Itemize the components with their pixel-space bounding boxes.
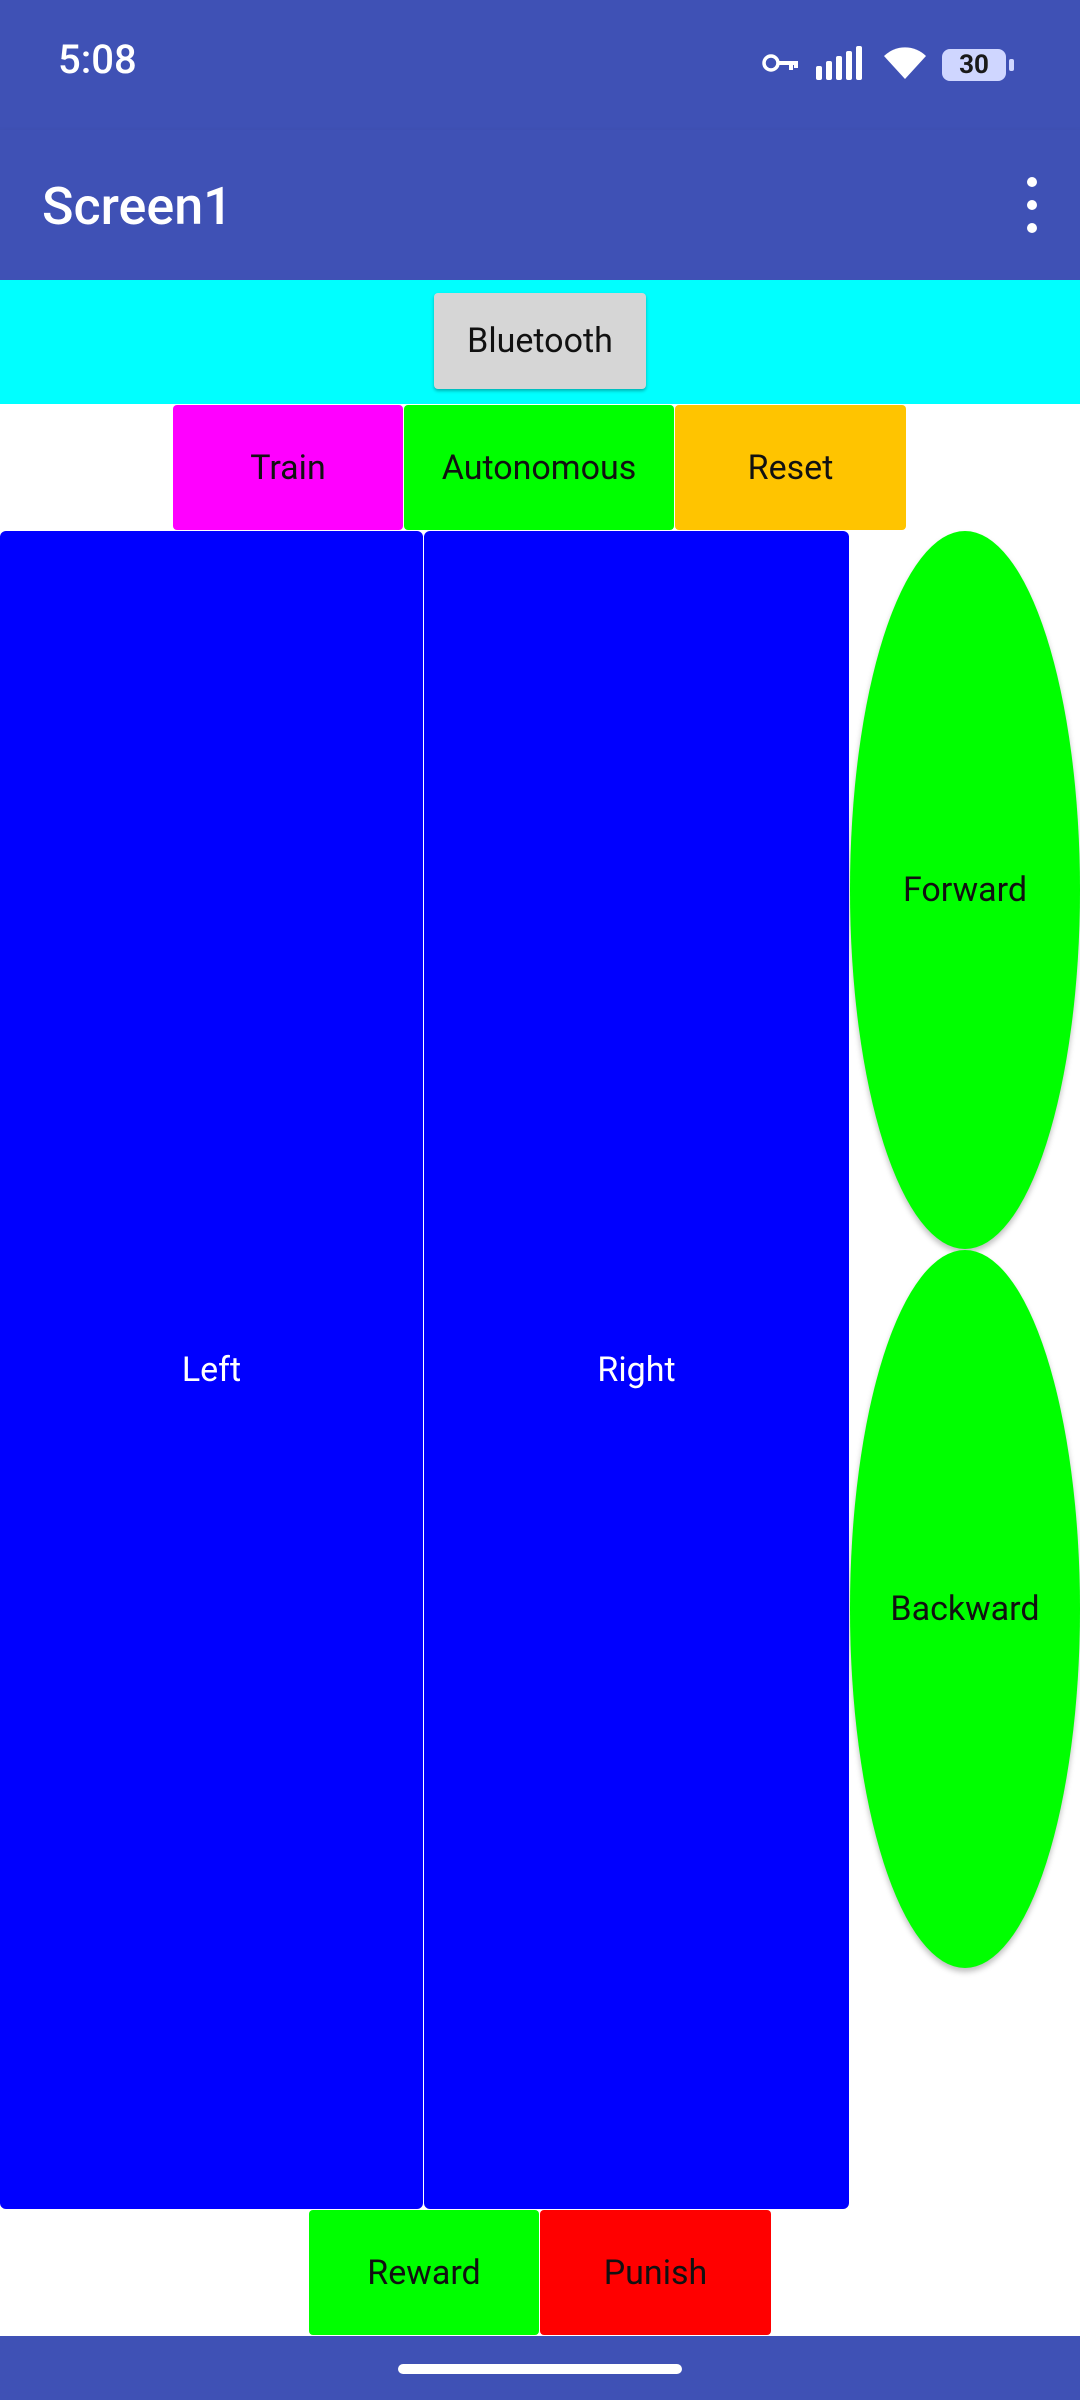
bluetooth-button[interactable]: Bluetooth <box>434 293 646 389</box>
right-button[interactable]: Right <box>424 531 849 2209</box>
app-bar: Screen1 <box>0 130 1080 280</box>
reset-button[interactable]: Reset <box>675 405 906 530</box>
reward-button[interactable]: Reward <box>309 2210 539 2335</box>
punish-button[interactable]: Punish <box>540 2210 771 2335</box>
battery-icon: 30 <box>942 49 1014 81</box>
status-icons: 30 <box>762 46 1014 84</box>
more-vert-icon[interactable] <box>1014 170 1050 240</box>
home-gesture-handle[interactable] <box>398 2364 682 2374</box>
navigation-bar <box>0 2336 1080 2400</box>
autonomous-button[interactable]: Autonomous <box>404 405 674 530</box>
left-button[interactable]: Left <box>0 531 423 2209</box>
status-time: 5:08 <box>58 36 137 83</box>
app-title: Screen1 <box>42 176 233 237</box>
battery-level: 30 <box>959 50 989 80</box>
wifi-icon <box>882 46 928 84</box>
backward-button[interactable]: Backward <box>850 1250 1080 1968</box>
vpn-key-icon <box>762 51 800 79</box>
train-button[interactable]: Train <box>173 405 403 530</box>
signal-icon <box>814 46 868 84</box>
screen: 5:08 30 Screen1 Bluetooth Train Autonomo… <box>0 0 1080 2400</box>
forward-button[interactable]: Forward <box>850 531 1080 1249</box>
status-bar: 5:08 30 <box>0 0 1080 130</box>
